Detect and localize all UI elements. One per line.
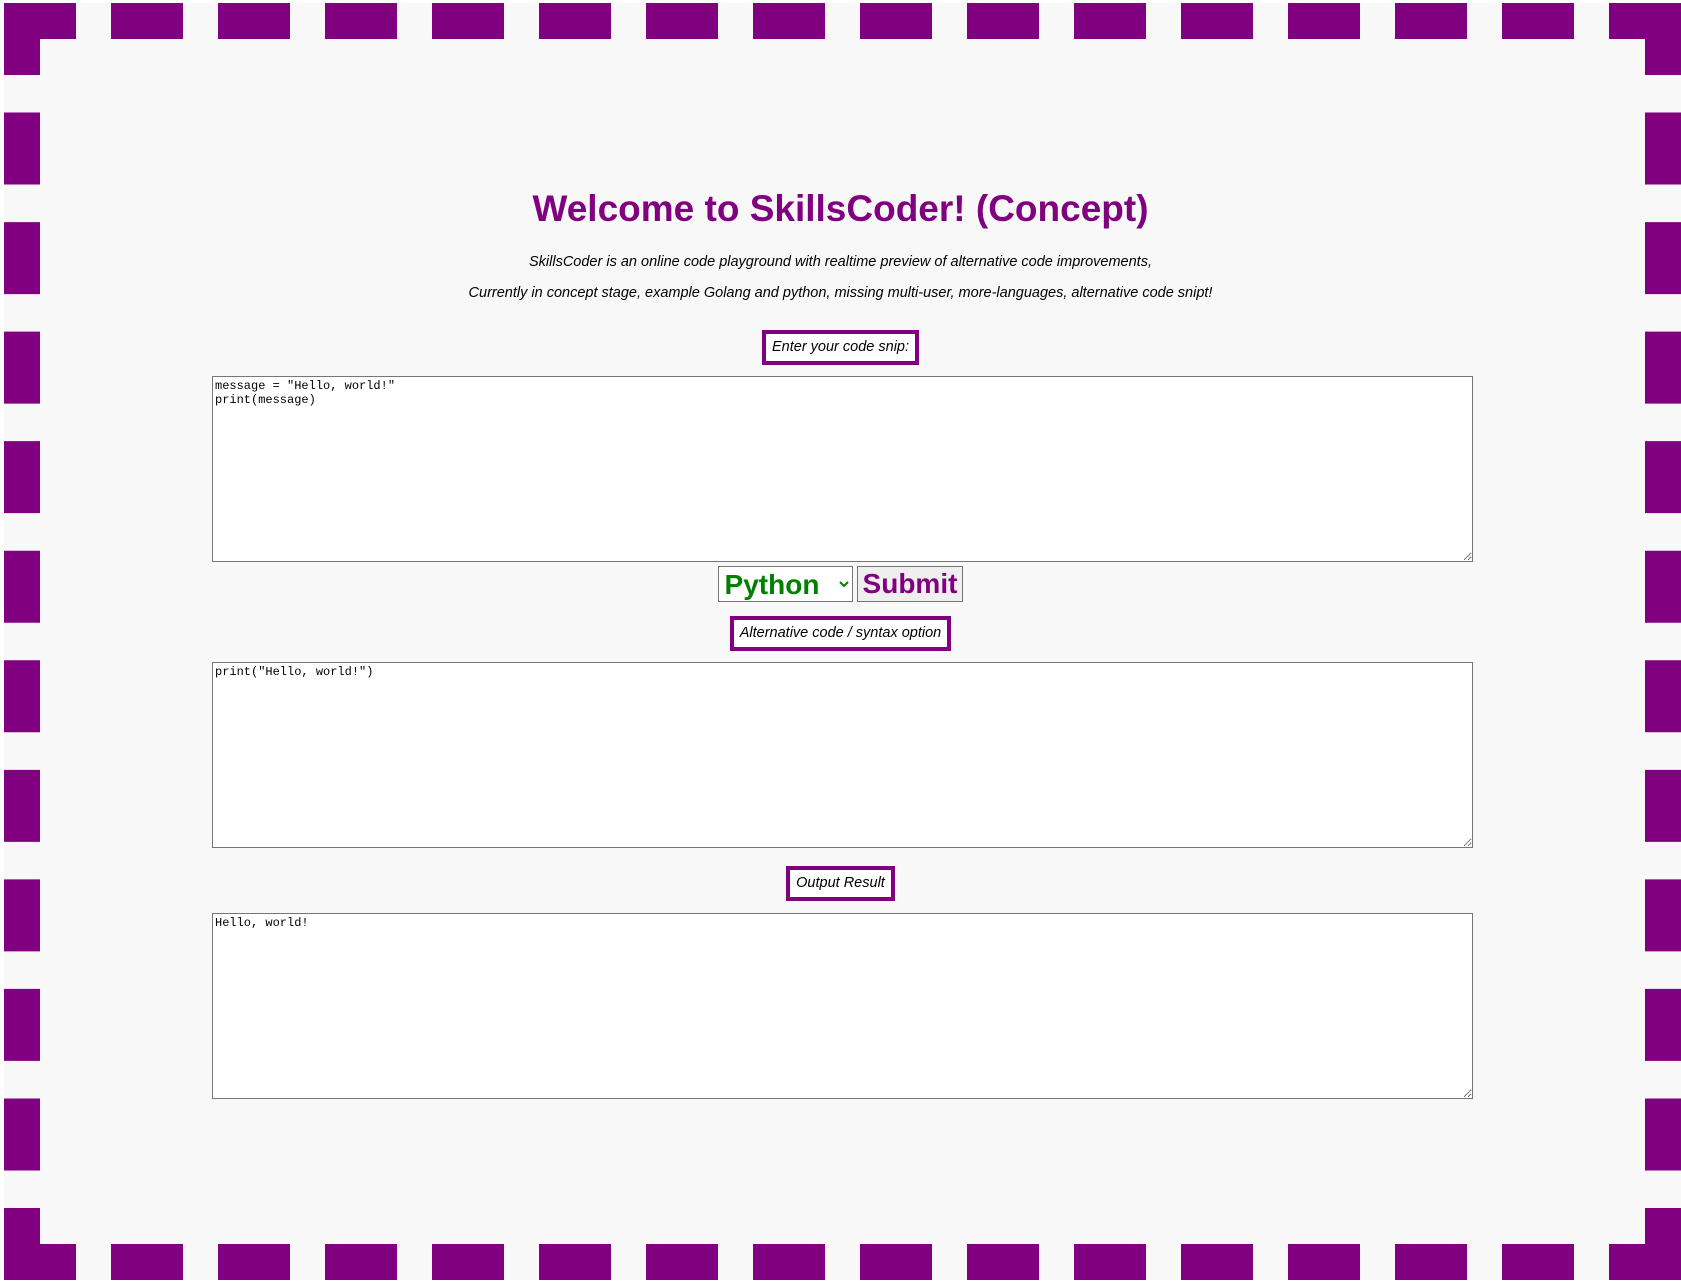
description-line-1: SkillsCoder is an online code playground… [528,254,1152,270]
output-label-wrap: Output Result [0,866,1681,901]
submit-button[interactable]: Submit [856,566,964,602]
code-input-textarea[interactable]: message = "Hello, world!" print(message) [212,376,1473,562]
output-result-label: Output Result [786,866,895,901]
alternative-code-label: Alternative code / syntax option [729,616,952,651]
description-line-2: Currently in concept stage, example Gola… [468,285,1213,301]
page-title: Welcome to SkillsCoder! (Concept) [532,188,1149,229]
alternative-code-textarea[interactable]: print("Hello, world!") [212,662,1473,848]
page-content: Welcome to SkillsCoder! (Concept) Skills… [0,0,1681,1283]
code-input-label: Enter your code snip: [761,330,920,365]
language-select[interactable]: Python [717,566,853,602]
output-result-textarea[interactable]: Hello, world! [212,913,1473,1099]
input-label-wrap: Enter your code snip: [0,330,1681,365]
controls-row: Python Submit [0,566,1681,602]
alternative-label-wrap: Alternative code / syntax option [0,616,1681,651]
